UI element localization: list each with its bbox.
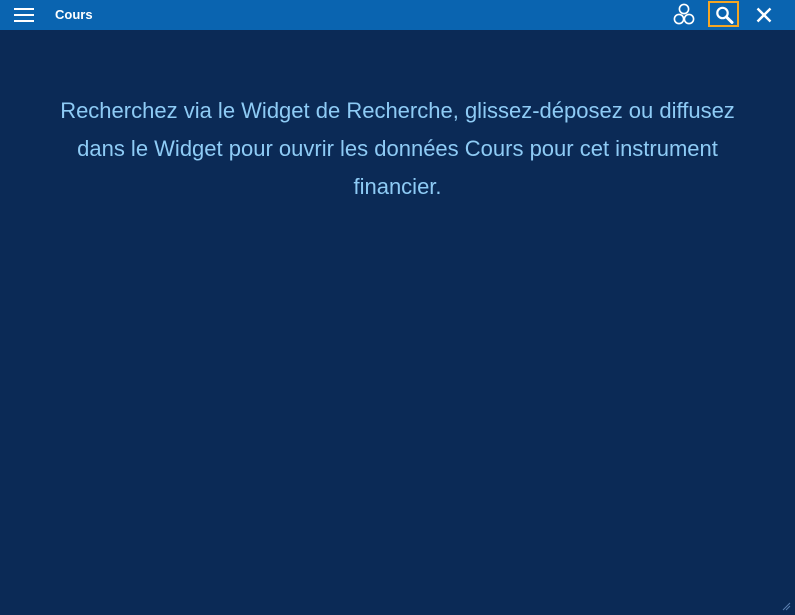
hamburger-menu-icon [14,14,34,16]
resize-grip-icon[interactable] [781,601,791,611]
hamburger-menu-button[interactable] [14,7,34,23]
main-content: Recherchez via le Widget de Recherche, g… [0,30,795,615]
linked-circles-icon [673,3,695,25]
empty-state-message: Recherchez via le Widget de Recherche, g… [60,98,735,199]
app-window: Cours Recherchez via le Widget de Recher… [0,0,795,615]
hamburger-menu-icon [14,8,34,10]
window-title: Cours [55,7,93,22]
title-bar: Cours [0,0,795,30]
close-button[interactable] [754,5,774,25]
hamburger-menu-icon [14,20,34,22]
close-icon [756,7,772,23]
search-button[interactable] [708,1,739,27]
linked-circles-button[interactable] [671,3,697,27]
search-icon [716,6,734,24]
